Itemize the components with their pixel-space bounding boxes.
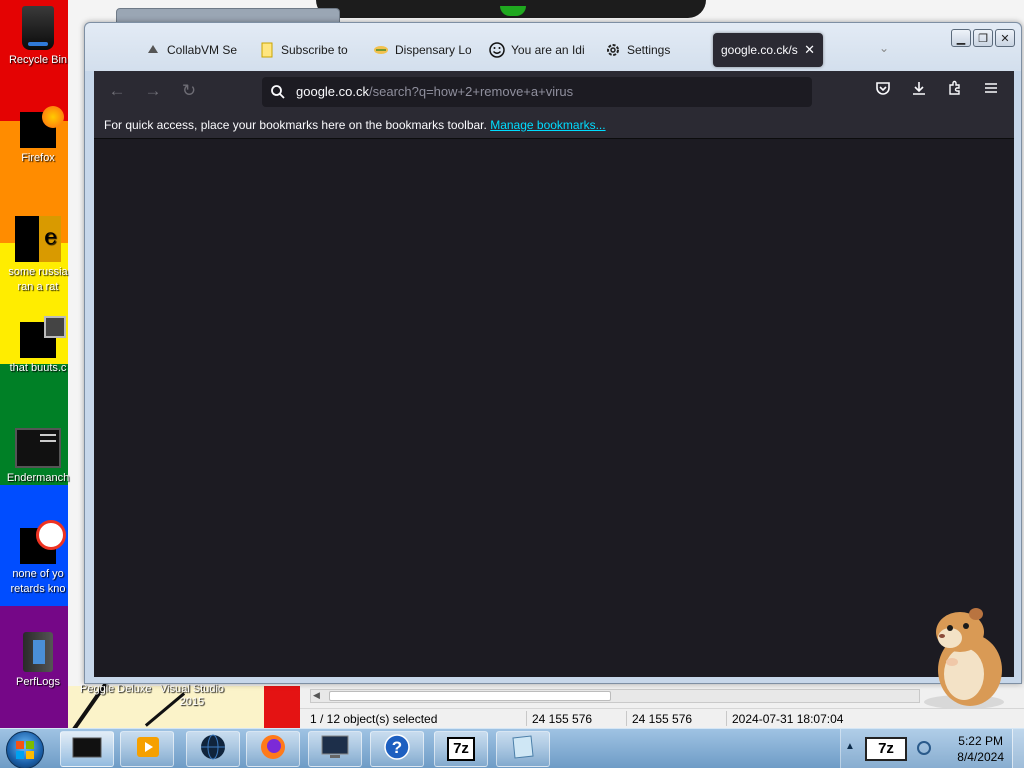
close-tab-icon[interactable]: ✕	[804, 42, 815, 58]
tab-collabvm[interactable]: CollabVM Se	[145, 33, 237, 67]
desktop-icon-none-of-you[interactable]: none of yo retards kno	[0, 520, 78, 597]
smiley-icon	[489, 42, 505, 58]
svg-text:?: ?	[392, 738, 402, 757]
help-icon: ?	[383, 733, 411, 766]
tab-strip: CollabVM Se Subscribe to Dispensary Lo Y…	[85, 23, 1021, 71]
taskbar: ? 7z ▲ 7z 5:22 PM 8/4/2024	[0, 728, 1024, 768]
firefox-icon	[259, 733, 287, 766]
start-button[interactable]	[6, 731, 44, 768]
taskbar-window-app[interactable]	[60, 731, 114, 767]
taskbar-help[interactable]: ?	[370, 731, 424, 767]
desktop-icon-firefox[interactable]: Firefox	[0, 106, 78, 166]
status-divider	[526, 711, 527, 726]
notepad-icon	[509, 734, 537, 765]
clock[interactable]: 5:22 PM 8/4/2024	[957, 733, 1004, 765]
monitor-icon	[320, 734, 350, 765]
downloads-icon[interactable]	[908, 80, 930, 102]
list-all-tabs-icon[interactable]: ⌄	[879, 41, 889, 55]
notepad-icon: e	[15, 216, 61, 262]
forward-icon[interactable]: →	[142, 80, 164, 102]
maximize-button[interactable]: ❐	[973, 29, 993, 47]
desktop-icon-buuts[interactable]: that buuts.c	[0, 316, 78, 376]
gear-icon	[605, 42, 621, 58]
collabvm-icon	[145, 42, 161, 58]
sevenzip-icon: 7z	[447, 737, 475, 761]
folder-stack-icon	[20, 316, 66, 358]
red-block	[264, 686, 300, 728]
status-divider	[726, 711, 727, 726]
scrollbar-thumb[interactable]	[329, 691, 611, 701]
page-icon	[259, 42, 275, 58]
clock-date: 8/4/2024	[957, 750, 1004, 764]
packed-size: 24 155 576	[632, 712, 693, 726]
media-player-icon	[133, 735, 161, 764]
hamster-image	[920, 604, 1012, 710]
recycle-bin-icon	[22, 6, 54, 50]
horizontal-scrollbar[interactable]: ◀	[310, 689, 920, 703]
pocket-icon[interactable]	[872, 80, 894, 102]
taskbar-browser[interactable]	[186, 731, 240, 767]
terminal-icon	[15, 428, 61, 468]
tab-subscribe[interactable]: Subscribe to	[259, 33, 355, 67]
taskbar-7zip[interactable]: 7z	[434, 731, 488, 767]
minimize-button[interactable]: ▁	[951, 29, 971, 47]
browser-globe-icon	[199, 733, 227, 766]
taskbar-notepad[interactable]	[496, 731, 550, 767]
sevenzip-tray-icon[interactable]: 7z	[865, 737, 907, 761]
bookmarks-toolbar: For quick access, place your bookmarks h…	[94, 111, 1014, 139]
clock-time: 5:22 PM	[958, 734, 1003, 748]
tab-idiot[interactable]: You are an Idi	[489, 33, 587, 67]
desktop-icon-recycle-bin[interactable]: Recycle Bin	[0, 6, 78, 68]
app-icon	[20, 520, 66, 564]
taskbar-firefox[interactable]	[246, 731, 300, 767]
page-content[interactable]	[94, 139, 1014, 677]
modified-date: 2024-07-31 18:07:04	[732, 712, 844, 726]
menu-icon[interactable]	[980, 80, 1002, 102]
tab-google-active[interactable]: google.co.ck/s ✕	[713, 33, 823, 67]
windows-flag-icon	[16, 741, 34, 759]
manage-bookmarks-link[interactable]: Manage bookmarks...	[490, 118, 605, 132]
desktop-icon-endermanch[interactable]: Endermanch	[0, 428, 78, 486]
tab-settings[interactable]: Settings	[605, 33, 695, 67]
window-caption-buttons: ▁ ❐ ✕	[951, 29, 1015, 47]
reload-icon[interactable]: ↻	[178, 80, 200, 102]
desktop-icon-perflogs[interactable]: PerfLogs	[0, 632, 78, 690]
selection-status: 1 / 12 object(s) selected	[310, 712, 438, 726]
search-icon	[270, 77, 288, 111]
desktop-icon-peggle[interactable]: Peggle Deluxe	[80, 683, 152, 696]
system-tray: ▲ 7z 5:22 PM 8/4/2024	[840, 729, 1024, 768]
show-desktop-button[interactable]	[1012, 729, 1024, 768]
explorer-status-bar: 1 / 12 object(s) selected 24 155 576 24 …	[300, 708, 1024, 728]
taskbar-media-player[interactable]	[120, 731, 174, 767]
window-app-icon	[72, 735, 102, 764]
url-text: google.co.ck/search?q=how+2+remove+a+vir…	[296, 84, 574, 99]
close-window-button[interactable]: ✕	[995, 29, 1015, 47]
taskbar-monitor[interactable]	[308, 731, 362, 767]
desktop-icon-visual-studio[interactable]: Visual Studio 2015	[160, 683, 224, 709]
extensions-icon[interactable]	[944, 80, 966, 102]
navigation-toolbar: ← → ↻ google.co.ck/search?q=how+2+remove…	[94, 71, 1014, 111]
desktop-icon-russia[interactable]: e some russia ran a rat	[0, 216, 78, 295]
file-size: 24 155 576	[532, 712, 593, 726]
status-divider	[626, 711, 627, 726]
back-icon[interactable]: ←	[106, 80, 128, 102]
bookmarks-message: For quick access, place your bookmarks h…	[104, 118, 487, 132]
address-bar[interactable]: google.co.ck/search?q=how+2+remove+a+vir…	[262, 77, 812, 107]
network-icon[interactable]	[917, 741, 931, 755]
show-hidden-icons-icon[interactable]: ▲	[845, 741, 855, 752]
leaf-icon	[373, 42, 389, 58]
firefox-icon	[20, 106, 64, 148]
folder-icon	[23, 632, 53, 672]
tab-dispensary[interactable]: Dispensary Lo	[373, 33, 471, 67]
firefox-window: CollabVM Se Subscribe to Dispensary Lo Y…	[84, 22, 1022, 684]
scroll-left-icon[interactable]: ◀	[313, 690, 320, 701]
